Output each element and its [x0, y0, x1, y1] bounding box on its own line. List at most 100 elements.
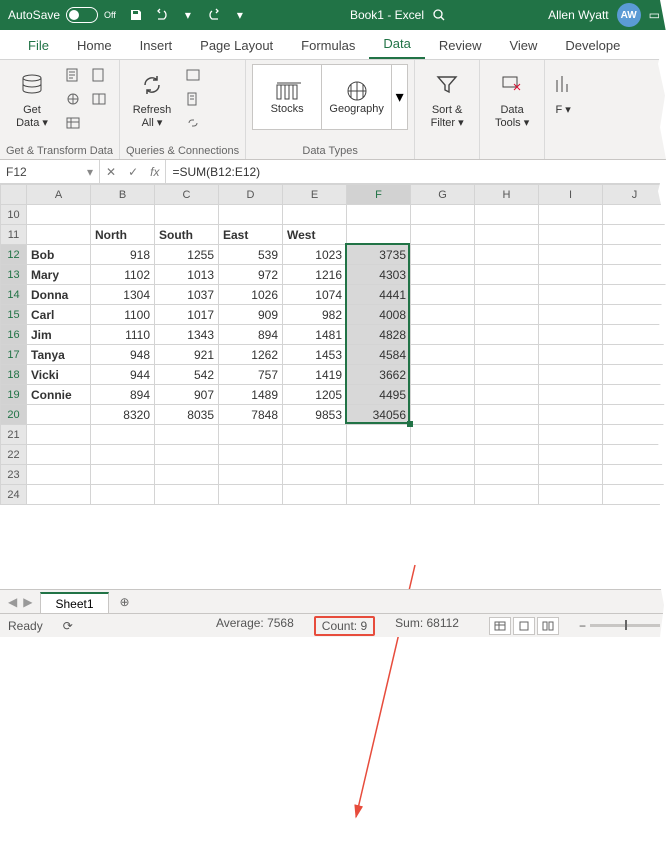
- tab-data[interactable]: Data: [369, 30, 424, 59]
- cell-B12[interactable]: 918: [91, 245, 155, 265]
- cell-A24[interactable]: [27, 485, 91, 505]
- cell-B16[interactable]: 1110: [91, 325, 155, 345]
- normal-view-button[interactable]: [489, 617, 511, 635]
- cell-C24[interactable]: [155, 485, 219, 505]
- cell-G11[interactable]: [411, 225, 475, 245]
- fill-handle[interactable]: [407, 421, 413, 427]
- data-tools-button[interactable]: DataTools ▾: [486, 64, 538, 130]
- cell-C12[interactable]: 1255: [155, 245, 219, 265]
- cell-B22[interactable]: [91, 445, 155, 465]
- cell-B23[interactable]: [91, 465, 155, 485]
- cell-D21[interactable]: [219, 425, 283, 445]
- cell-D22[interactable]: [219, 445, 283, 465]
- cell-A22[interactable]: [27, 445, 91, 465]
- cell-A16[interactable]: Jim: [27, 325, 91, 345]
- cell-G13[interactable]: [411, 265, 475, 285]
- stocks-data-type[interactable]: Stocks: [252, 64, 322, 130]
- from-web-button[interactable]: [62, 88, 84, 110]
- cell-A20[interactable]: [27, 405, 91, 425]
- properties-button[interactable]: [182, 88, 204, 110]
- cell-A13[interactable]: Mary: [27, 265, 91, 285]
- zoom-slider[interactable]: −: [579, 619, 660, 633]
- cell-B17[interactable]: 948: [91, 345, 155, 365]
- cell-D18[interactable]: 757: [219, 365, 283, 385]
- cell-G16[interactable]: [411, 325, 475, 345]
- cell-I24[interactable]: [539, 485, 603, 505]
- cell-G17[interactable]: [411, 345, 475, 365]
- cell-H10[interactable]: [475, 205, 539, 225]
- cell-A11[interactable]: [27, 225, 91, 245]
- cell-D17[interactable]: 1262: [219, 345, 283, 365]
- cell-J18[interactable]: [603, 365, 667, 385]
- zoom-out-icon[interactable]: −: [579, 619, 586, 633]
- cell-E15[interactable]: 982: [283, 305, 347, 325]
- existing-connections-button[interactable]: [88, 88, 110, 110]
- col-header-E[interactable]: E: [283, 185, 347, 205]
- cell-D12[interactable]: 539: [219, 245, 283, 265]
- cell-F14[interactable]: 4441: [347, 285, 411, 305]
- cell-B20[interactable]: 8320: [91, 405, 155, 425]
- cell-I18[interactable]: [539, 365, 603, 385]
- cell-I21[interactable]: [539, 425, 603, 445]
- cell-B13[interactable]: 1102: [91, 265, 155, 285]
- queries-button[interactable]: [182, 64, 204, 86]
- cell-A19[interactable]: Connie: [27, 385, 91, 405]
- tab-formulas[interactable]: Formulas: [287, 32, 369, 59]
- row-header-10[interactable]: 10: [1, 205, 27, 225]
- cell-C15[interactable]: 1017: [155, 305, 219, 325]
- from-text-button[interactable]: [62, 64, 84, 86]
- cell-G10[interactable]: [411, 205, 475, 225]
- cell-H15[interactable]: [475, 305, 539, 325]
- cell-H24[interactable]: [475, 485, 539, 505]
- cell-E12[interactable]: 1023: [283, 245, 347, 265]
- col-header-D[interactable]: D: [219, 185, 283, 205]
- cell-H21[interactable]: [475, 425, 539, 445]
- cell-E17[interactable]: 1453: [283, 345, 347, 365]
- col-header-J[interactable]: J: [603, 185, 667, 205]
- search-icon[interactable]: [432, 8, 446, 22]
- enter-icon[interactable]: ✓: [128, 165, 138, 179]
- cell-B14[interactable]: 1304: [91, 285, 155, 305]
- cell-I19[interactable]: [539, 385, 603, 405]
- cell-H13[interactable]: [475, 265, 539, 285]
- cell-E11[interactable]: West: [283, 225, 347, 245]
- col-header-G[interactable]: G: [411, 185, 475, 205]
- sheet-tab-active[interactable]: Sheet1: [40, 592, 108, 614]
- cell-E22[interactable]: [283, 445, 347, 465]
- page-break-view-button[interactable]: [537, 617, 559, 635]
- user-name[interactable]: Allen Wyatt: [548, 8, 609, 22]
- cell-F15[interactable]: 4008: [347, 305, 411, 325]
- col-header-F[interactable]: F: [347, 185, 411, 205]
- row-header-24[interactable]: 24: [1, 485, 27, 505]
- cell-G19[interactable]: [411, 385, 475, 405]
- zoom-thumb[interactable]: [625, 620, 627, 630]
- cell-C11[interactable]: South: [155, 225, 219, 245]
- cell-D16[interactable]: 894: [219, 325, 283, 345]
- col-header-I[interactable]: I: [539, 185, 603, 205]
- cell-F17[interactable]: 4584: [347, 345, 411, 365]
- cell-E24[interactable]: [283, 485, 347, 505]
- cell-D23[interactable]: [219, 465, 283, 485]
- cell-H22[interactable]: [475, 445, 539, 465]
- partial-button[interactable]: F ▾: [551, 64, 575, 117]
- chevron-down-icon[interactable]: ▾: [232, 7, 248, 23]
- cell-D19[interactable]: 1489: [219, 385, 283, 405]
- cell-B24[interactable]: [91, 485, 155, 505]
- cell-J19[interactable]: [603, 385, 667, 405]
- cell-I15[interactable]: [539, 305, 603, 325]
- cell-E16[interactable]: 1481: [283, 325, 347, 345]
- formula-input[interactable]: =SUM(B12:E12): [166, 160, 668, 183]
- cell-H11[interactable]: [475, 225, 539, 245]
- cell-J23[interactable]: [603, 465, 667, 485]
- cell-J12[interactable]: [603, 245, 667, 265]
- cell-C18[interactable]: 542: [155, 365, 219, 385]
- cell-H12[interactable]: [475, 245, 539, 265]
- cell-F11[interactable]: [347, 225, 411, 245]
- sort-filter-button[interactable]: Sort &Filter ▾: [421, 64, 473, 130]
- cell-B10[interactable]: [91, 205, 155, 225]
- chevron-down-icon[interactable]: ▾: [87, 165, 93, 179]
- tab-insert[interactable]: Insert: [126, 32, 187, 59]
- cell-G21[interactable]: [411, 425, 475, 445]
- row-header-16[interactable]: 16: [1, 325, 27, 345]
- cell-C20[interactable]: 8035: [155, 405, 219, 425]
